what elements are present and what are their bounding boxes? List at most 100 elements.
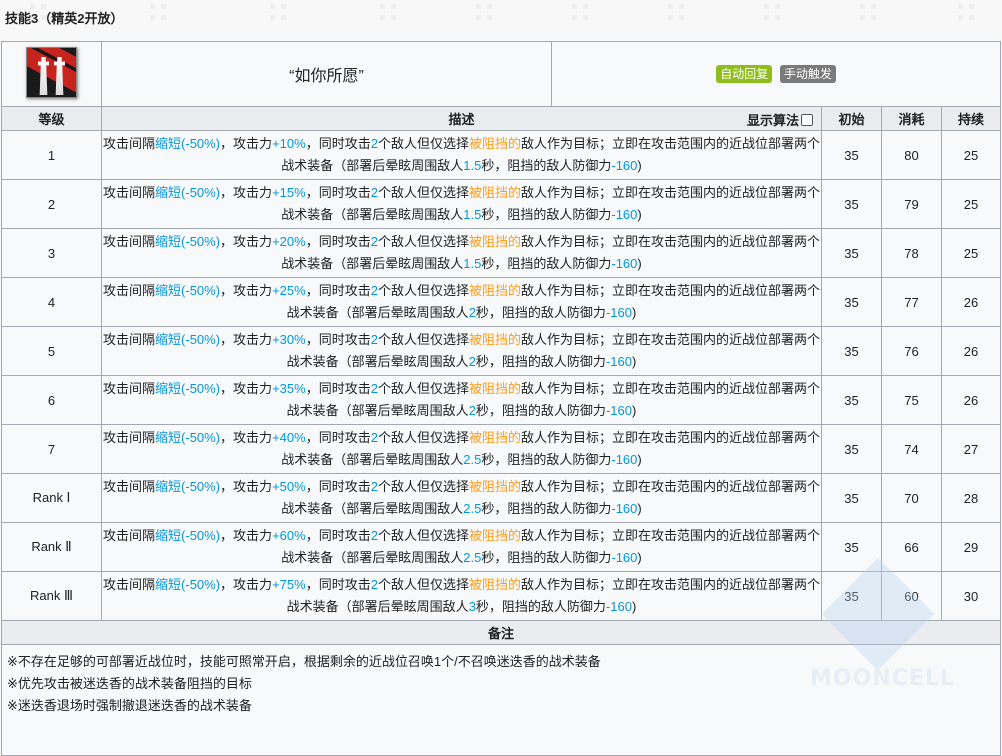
desc-text: 秒，阻挡的敌人防御力 xyxy=(481,452,612,467)
sp-cost-cell: 79 xyxy=(881,179,942,229)
desc-targets-value: 2 xyxy=(370,528,378,543)
desc-text: 攻击间隔 xyxy=(103,528,156,543)
header-level: 等级 xyxy=(1,106,102,131)
desc-text: ，同时攻击 xyxy=(305,136,371,151)
desc-text: ) xyxy=(637,207,642,222)
desc-text: ，同时攻击 xyxy=(305,577,371,592)
desc-stun-value: 2.5 xyxy=(463,550,482,565)
notes-row: ※不存在足够的可部署近战位时，技能可照常开启，根据剩余的近战位召唤1个/不召唤迷… xyxy=(0,644,1002,756)
level-row: 2 攻击间隔缩短(-50%)，攻击力+15%，同时攻击2个敌人但仅选择被阻挡的敌人… xyxy=(1,179,1002,229)
description-cell: 攻击间隔缩短(-50%)，攻击力+15%，同时攻击2个敌人但仅选择被阻挡的敌人作… xyxy=(101,179,822,229)
desc-stun-value: 2.5 xyxy=(463,452,482,467)
desc-targets-value: 2 xyxy=(370,283,378,298)
desc-text: 攻击间隔 xyxy=(103,430,156,445)
skill-tags: 自动回复 手动触发 xyxy=(550,41,1002,107)
desc-stun-value: 1.5 xyxy=(463,207,482,222)
desc-text: 攻击间隔 xyxy=(103,234,156,249)
desc-text: ，攻击力 xyxy=(220,185,273,200)
desc-atk-value: +15% xyxy=(272,185,306,200)
desc-def-value: -160 xyxy=(611,550,638,565)
header-initial: 初始 xyxy=(821,106,882,131)
desc-text: ，同时攻击 xyxy=(305,283,371,298)
desc-atk-value: +10% xyxy=(272,136,306,151)
desc-interval-value: 缩短(-50%) xyxy=(155,528,221,543)
initial-sp-cell: 35 xyxy=(821,522,882,572)
level-row: Rank Ⅲ 攻击间隔缩短(-50%)，攻击力+75%，同时攻击2个敌人但仅选择被… xyxy=(1,571,1002,621)
level-cell: Rank Ⅱ xyxy=(1,522,102,572)
level-row: Rank Ⅰ 攻击间隔缩短(-50%)，攻击力+50%，同时攻击2个敌人但仅选择被… xyxy=(1,473,1002,523)
desc-text: 个敌人但仅选择 xyxy=(377,283,469,298)
desc-text: 攻击间隔 xyxy=(103,185,156,200)
duration-cell: 29 xyxy=(940,522,1002,572)
duration-cell: 25 xyxy=(940,130,1002,180)
level-cell: 1 xyxy=(1,130,102,180)
desc-blocked-keyword: 被阻挡的 xyxy=(468,528,521,543)
desc-targets-value: 2 xyxy=(370,577,378,592)
desc-text: ) xyxy=(637,158,642,173)
desc-atk-value: +40% xyxy=(272,430,306,445)
skill-table: “如你所愿” 自动回复 手动触发 等级 描述 显示算法 初始 消耗 持续 1 攻击… xyxy=(0,41,1002,756)
pattern-mark-icon xyxy=(958,4,974,20)
pattern-mark-icon xyxy=(270,4,286,20)
desc-text: ) xyxy=(637,550,642,565)
sp-cost-cell: 77 xyxy=(881,277,942,327)
initial-sp-cell: 35 xyxy=(821,228,882,278)
duration-cell: 28 xyxy=(940,473,1002,523)
notes-header: 备注 xyxy=(0,620,1002,645)
note-item: ※优先攻击被迷迭香的战术装备阻挡的目标 xyxy=(7,676,252,691)
pattern-mark-icon xyxy=(668,4,684,20)
sp-cost-cell: 75 xyxy=(881,375,942,425)
desc-text: ，攻击力 xyxy=(220,528,273,543)
desc-text: ，攻击力 xyxy=(220,234,273,249)
pattern-mark-icon xyxy=(380,4,396,20)
desc-stun-value: 2 xyxy=(468,403,476,418)
desc-blocked-keyword: 被阻挡的 xyxy=(468,479,521,494)
header-duration: 持续 xyxy=(940,106,1002,131)
desc-interval-value: 缩短(-50%) xyxy=(155,430,221,445)
desc-blocked-keyword: 被阻挡的 xyxy=(468,381,521,396)
level-cell: Rank Ⅰ xyxy=(1,473,102,523)
tag-auto-recovery: 自动回复 xyxy=(716,65,773,83)
desc-targets-value: 2 xyxy=(370,381,378,396)
pattern-mark-icon xyxy=(150,4,166,20)
desc-text: ) xyxy=(637,501,642,516)
desc-targets-value: 2 xyxy=(370,185,378,200)
header-cost: 消耗 xyxy=(881,106,942,131)
desc-def-value: -160 xyxy=(611,501,638,516)
desc-text: 个敌人但仅选择 xyxy=(377,381,469,396)
desc-text: ，攻击力 xyxy=(220,332,273,347)
level-row: 1 攻击间隔缩短(-50%)，攻击力+10%，同时攻击2个敌人但仅选择被阻挡的敌人… xyxy=(1,130,1002,180)
show-formula-checkbox[interactable] xyxy=(801,113,813,126)
desc-text: ，攻击力 xyxy=(220,479,273,494)
desc-atk-value: +25% xyxy=(272,283,306,298)
notes-header-row: 备注 xyxy=(0,620,1002,645)
duration-cell: 26 xyxy=(940,375,1002,425)
desc-text: ) xyxy=(637,452,642,467)
desc-targets-value: 2 xyxy=(370,479,378,494)
level-row: Rank Ⅱ 攻击间隔缩短(-50%)，攻击力+60%，同时攻击2个敌人但仅选择被… xyxy=(1,522,1002,572)
description-cell: 攻击间隔缩短(-50%)，攻击力+50%，同时攻击2个敌人但仅选择被阻挡的敌人作… xyxy=(101,473,822,523)
level-cell: 3 xyxy=(1,228,102,278)
initial-sp-cell: 35 xyxy=(821,571,882,621)
duration-cell: 26 xyxy=(940,326,1002,376)
desc-interval-value: 缩短(-50%) xyxy=(155,479,221,494)
sp-cost-cell: 66 xyxy=(881,522,942,572)
desc-def-value: -160 xyxy=(605,354,632,369)
desc-def-value: -160 xyxy=(605,599,632,614)
initial-sp-cell: 35 xyxy=(821,277,882,327)
desc-text: 攻击间隔 xyxy=(103,381,156,396)
duration-cell: 27 xyxy=(940,424,1002,474)
desc-blocked-keyword: 被阻挡的 xyxy=(468,136,521,151)
desc-text: 秒，阻挡的敌人防御力 xyxy=(481,207,612,222)
desc-text: 秒，阻挡的敌人防御力 xyxy=(481,158,612,173)
desc-text: 个敌人但仅选择 xyxy=(377,136,469,151)
level-row: 5 攻击间隔缩短(-50%)，攻击力+30%，同时攻击2个敌人但仅选择被阻挡的敌人… xyxy=(1,326,1002,376)
show-formula-toggle[interactable]: 显示算法 xyxy=(747,110,813,129)
desc-text: 秒，阻挡的敌人防御力 xyxy=(475,403,606,418)
level-cell: 5 xyxy=(1,326,102,376)
desc-text: 攻击间隔 xyxy=(103,577,156,592)
desc-atk-value: +60% xyxy=(272,528,306,543)
level-cell: 4 xyxy=(1,277,102,327)
column-header-row: 等级 描述 显示算法 初始 消耗 持续 xyxy=(1,106,1002,131)
desc-text: ) xyxy=(631,599,637,614)
